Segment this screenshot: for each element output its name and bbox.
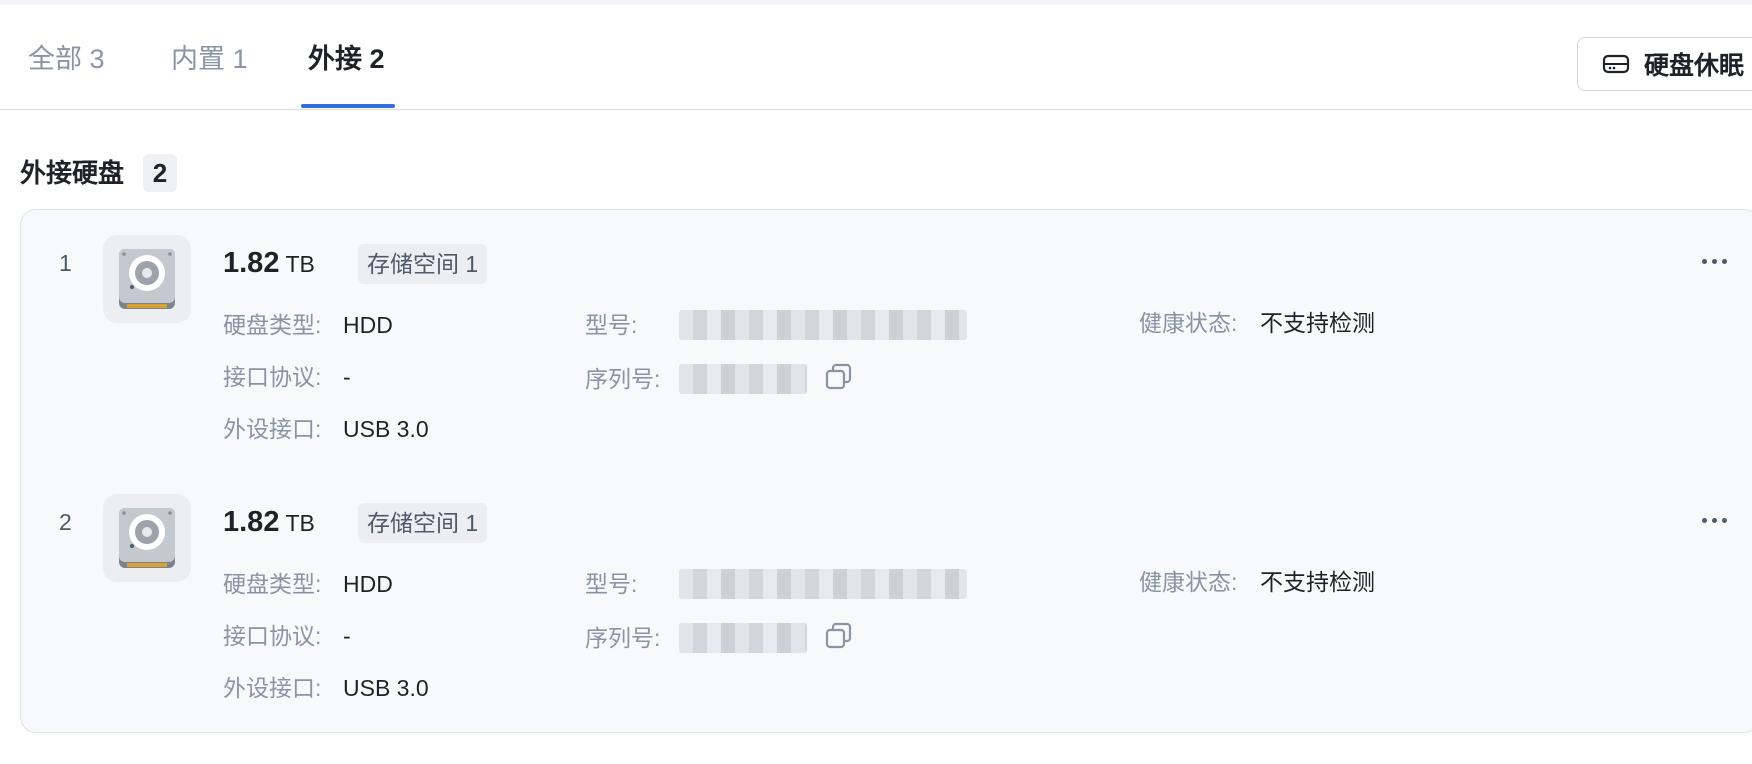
hard-drive-icon — [1602, 54, 1630, 74]
disk-icon — [103, 235, 191, 323]
health-value: 不支持检测 — [1260, 569, 1375, 595]
capacity-unit: TB — [285, 510, 315, 536]
external-port-value: USB 3.0 — [343, 675, 429, 701]
tab-internal[interactable]: 内置 1 — [171, 41, 248, 77]
disk-type-value: HDD — [343, 571, 393, 597]
interface-value: - — [343, 623, 351, 649]
external-port-label: 外设接口: — [223, 416, 322, 442]
section-count-badge: 2 — [143, 154, 177, 192]
health-label: 健康状态: — [1139, 310, 1238, 336]
disk-row: 1 1.82 TB 存储空间 1 硬盘类型: HDD 接口协议: - 外设接口:… — [21, 210, 1752, 450]
capacity-value: 1.82 — [223, 506, 280, 538]
copy-icon[interactable] — [824, 621, 854, 651]
disk-capacity: 1.82 TB — [223, 247, 315, 280]
more-dot-icon — [1701, 258, 1707, 264]
serial-value-redacted — [679, 623, 807, 653]
disk-type-value: HDD — [343, 312, 393, 338]
disk-index: 1 — [59, 250, 72, 276]
external-port-value: USB 3.0 — [343, 416, 429, 442]
disk-type-label: 硬盘类型: — [223, 312, 322, 338]
more-dot-icon — [1721, 517, 1727, 523]
disk-sleep-button[interactable]: 硬盘休眠 — [1577, 37, 1752, 91]
serial-label: 序列号: — [585, 366, 661, 392]
disk-icon — [103, 494, 191, 582]
disk-sleep-label: 硬盘休眠 — [1644, 52, 1745, 80]
external-port-label: 外设接口: — [223, 675, 322, 701]
model-value-redacted — [679, 569, 967, 599]
disk-index: 2 — [59, 509, 72, 535]
capacity-value: 1.82 — [223, 247, 280, 279]
interface-label: 接口协议: — [223, 364, 322, 390]
more-actions-button[interactable] — [1694, 248, 1734, 274]
interface-label: 接口协议: — [223, 623, 322, 649]
model-value-redacted — [679, 310, 967, 340]
active-tab-indicator — [301, 104, 395, 108]
health-label: 健康状态: — [1139, 569, 1238, 595]
disk-row: 2 1.82 TB 存储空间 1 硬盘类型: HDD 接口协议: - 外设接口:… — [21, 469, 1752, 709]
copy-icon[interactable] — [824, 362, 854, 392]
tab-external[interactable]: 外接 2 — [308, 41, 385, 77]
interface-value: - — [343, 364, 351, 390]
disk-list-card: 1 1.82 TB 存储空间 1 硬盘类型: HDD 接口协议: - 外设接口:… — [20, 209, 1752, 733]
health-value: 不支持检测 — [1260, 310, 1375, 336]
model-label: 型号: — [585, 571, 638, 597]
tab-bar: 全部 3 内置 1 外接 2 硬盘休眠 — [0, 5, 1752, 110]
serial-value-redacted — [679, 364, 807, 394]
more-dot-icon — [1711, 517, 1717, 523]
serial-label: 序列号: — [585, 625, 661, 651]
tab-all[interactable]: 全部 3 — [28, 41, 105, 77]
disk-capacity: 1.82 TB — [223, 506, 315, 539]
more-dot-icon — [1701, 517, 1707, 523]
capacity-unit: TB — [285, 251, 315, 277]
disk-type-label: 硬盘类型: — [223, 571, 322, 597]
more-actions-button[interactable] — [1694, 507, 1734, 533]
storage-pool-tag: 存储空间 1 — [358, 244, 488, 284]
more-dot-icon — [1721, 258, 1727, 264]
section-title: 外接硬盘 — [20, 158, 125, 188]
model-label: 型号: — [585, 312, 638, 338]
storage-pool-tag: 存储空间 1 — [358, 503, 488, 543]
more-dot-icon — [1711, 258, 1717, 264]
